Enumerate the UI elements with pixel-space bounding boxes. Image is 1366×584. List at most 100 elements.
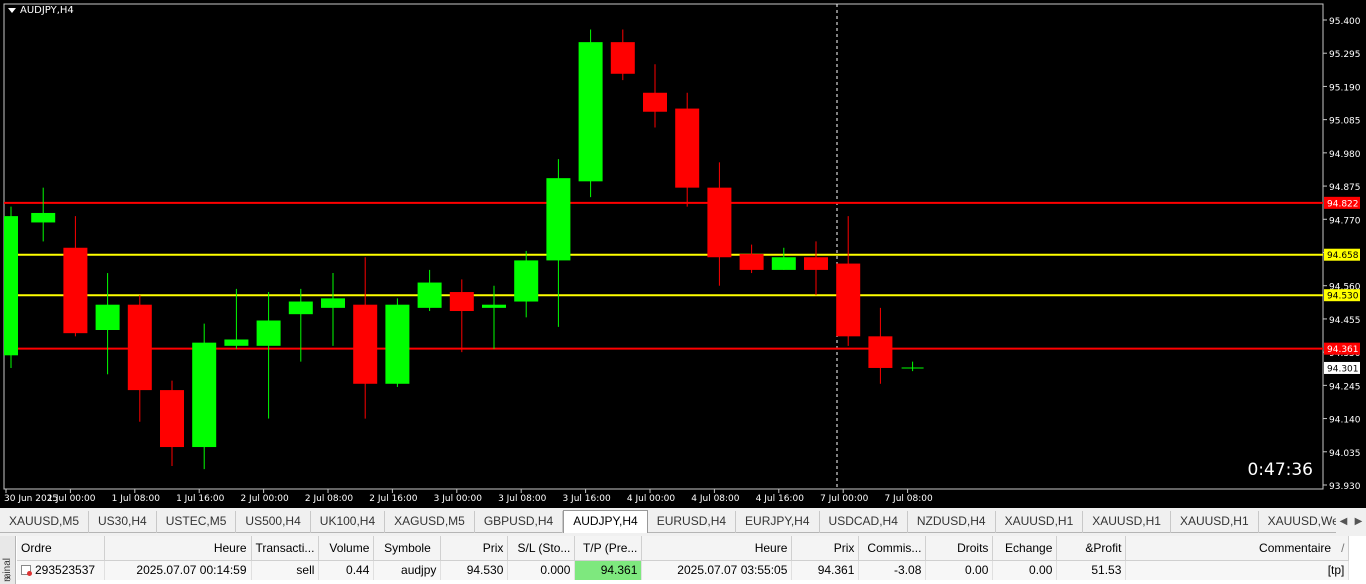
time-tick-label: 3 Jul 16:00 (562, 494, 611, 504)
sort-marker: / (1341, 540, 1345, 555)
candle-body (224, 339, 249, 346)
column-header[interactable]: Heure (104, 536, 252, 561)
tab-uk100-h4[interactable]: UK100,H4 (311, 511, 386, 533)
table-cell: 94.530 (440, 560, 509, 580)
tab-eurusd-h4[interactable]: EURUSD,H4 (648, 511, 737, 533)
table-cell: 94.361 (791, 560, 860, 580)
time-tick-label: 4 Jul 00:00 (627, 494, 676, 504)
time-tick-label: 4 Jul 16:00 (756, 494, 805, 504)
price-tick-label: 95.190 (1329, 83, 1361, 93)
column-header[interactable]: Echange (992, 536, 1058, 561)
column-header[interactable]: Droits (925, 536, 994, 561)
column-header[interactable]: Volume (318, 536, 375, 561)
table-cell: 0.44 (318, 560, 375, 580)
candle-body (95, 304, 120, 330)
price-tick-label: 94.245 (1329, 382, 1361, 392)
table-cell: audjpy (373, 560, 442, 580)
candle-body (771, 257, 796, 270)
tab-xagusd-m5[interactable]: XAGUSD,M5 (385, 511, 475, 533)
table-cell: -3.08 (858, 560, 927, 580)
candle-body (514, 260, 539, 302)
column-header[interactable]: Commentaire / (1125, 536, 1350, 561)
price-tick-label: 95.085 (1329, 117, 1361, 127)
tab-us30-h4[interactable]: US30,H4 (89, 511, 157, 533)
tab-gbpusd-h4[interactable]: GBPUSD,H4 (475, 511, 564, 533)
table-cell: 51.53 (1056, 560, 1127, 580)
tab-audjpy-h4[interactable]: AUDJPY,H4 (563, 510, 648, 533)
price-level-label: 94.530 (1327, 292, 1359, 302)
column-header[interactable]: Prix (440, 536, 509, 561)
candle-body (192, 342, 217, 448)
tab-nzdusd-h4[interactable]: NZDUSD,H4 (908, 511, 996, 533)
price-tick-label: 94.980 (1329, 150, 1361, 160)
column-header[interactable]: Heure (641, 536, 793, 561)
time-tick-label: 1 Jul 00:00 (47, 494, 96, 504)
tab-xauusd-m5[interactable]: XAUUSD,M5 (0, 511, 90, 533)
current-price-label: 94.301 (1327, 364, 1359, 374)
time-tick-label: 2 Jul 16:00 (369, 494, 418, 504)
table-cell: [tp] (1125, 560, 1350, 580)
candle-body (4, 216, 18, 356)
closed-order-icon (21, 565, 32, 577)
price-tick-label: 93.930 (1329, 482, 1361, 492)
candle-body (31, 212, 56, 223)
candle-body (804, 257, 828, 270)
candle-body (482, 304, 506, 308)
time-tick-label: 3 Jul 00:00 (434, 494, 483, 504)
table-cell: 293523537 (17, 560, 105, 580)
candle-body (417, 282, 442, 308)
chart-area[interactable]: 95.400 95.295 95.190 95.085 94.980 94.875 94.7… (0, 0, 1366, 508)
chart-tabs: XAUUSD,M5 US30,H4 USTEC,M5 US500,H4 UK100,H4… (0, 510, 1366, 533)
column-header[interactable]: &Profit (1056, 536, 1127, 561)
candle-body (578, 42, 603, 182)
price-tick-label: 95.400 (1329, 17, 1361, 27)
column-header[interactable]: Prix (791, 536, 860, 561)
time-tick-label: 2 Jul 08:00 (305, 494, 354, 504)
table-cell: 0.00 (992, 560, 1058, 580)
candle-body (385, 304, 410, 384)
chart-menu-triangle-icon[interactable] (8, 8, 16, 13)
candle-body (353, 304, 378, 384)
chart-symbol-label: AUDJPY,H4 (20, 5, 74, 16)
table-row[interactable]: 293523537 2025.07.07 00:14:59 sell 0.44 audj… (17, 560, 1350, 580)
column-header[interactable]: Ordre (17, 536, 105, 561)
tab-xauusd-h1[interactable]: XAUUSD,H1 (1083, 511, 1171, 533)
time-tick-label: 1 Jul 16:00 (176, 494, 225, 504)
price-level-label: 94.658 (1327, 251, 1359, 261)
time-tick-label: 4 Jul 08:00 (691, 494, 740, 504)
tab-us500-h4[interactable]: US500,H4 (236, 511, 311, 533)
candle-body (288, 301, 313, 315)
column-header[interactable]: Commis... (858, 536, 927, 561)
candle-body (643, 92, 667, 112)
tab-usdcad-h4[interactable]: USDCAD,H4 (820, 511, 908, 533)
column-header[interactable]: S/L (Sto... (507, 536, 576, 561)
tab-xauusd-h1[interactable]: XAUUSD,H1 (1171, 511, 1259, 533)
candlestick-chart[interactable]: 95.400 95.295 95.190 95.085 94.980 94.875 94.7… (0, 0, 1366, 508)
chart-title: AUDJPY,H4 (8, 5, 74, 16)
price-level-label: 94.822 (1327, 199, 1359, 209)
candle-body (256, 320, 281, 346)
time-tick-label: 1 Jul 08:00 (112, 494, 161, 504)
candle-body (707, 187, 732, 258)
price-tick-label: 95.295 (1329, 50, 1361, 60)
candle-body (546, 178, 571, 261)
tab-scroll: ◀ ▶ (1336, 511, 1366, 533)
price-tick-label: 94.035 (1329, 449, 1361, 459)
price-tick-label: 94.875 (1329, 183, 1361, 193)
time-tick-label: 7 Jul 00:00 (820, 494, 869, 504)
table-cell: 2025.07.07 00:14:59 (104, 560, 252, 580)
table-cell: 0.00 (925, 560, 994, 580)
scroll-right-icon[interactable]: ▶ (1351, 511, 1366, 533)
table-header-row: Ordre Heure Transacti... Volume Symbole Prix S… (17, 536, 1350, 561)
time-tick-label: 2 Jul 00:00 (240, 494, 289, 504)
candle-body (739, 254, 764, 270)
tab-xauusd-h1[interactable]: XAUUSD,H1 (996, 511, 1084, 533)
tab-eurjpy-h4[interactable]: EURJPY,H4 (736, 511, 820, 533)
candle-countdown: 0:47:36 (1247, 460, 1313, 480)
tab-ustec-m5[interactable]: USTEC,M5 (157, 511, 237, 533)
column-header[interactable]: T/P (Pre... (574, 536, 643, 561)
history-table: Ordre Heure Transacti... Volume Symbole Prix S… (17, 536, 1350, 580)
column-header[interactable]: Symbole (373, 536, 442, 561)
column-header[interactable]: Transacti... (251, 536, 320, 561)
scroll-left-icon[interactable]: ◀ (1336, 511, 1351, 533)
